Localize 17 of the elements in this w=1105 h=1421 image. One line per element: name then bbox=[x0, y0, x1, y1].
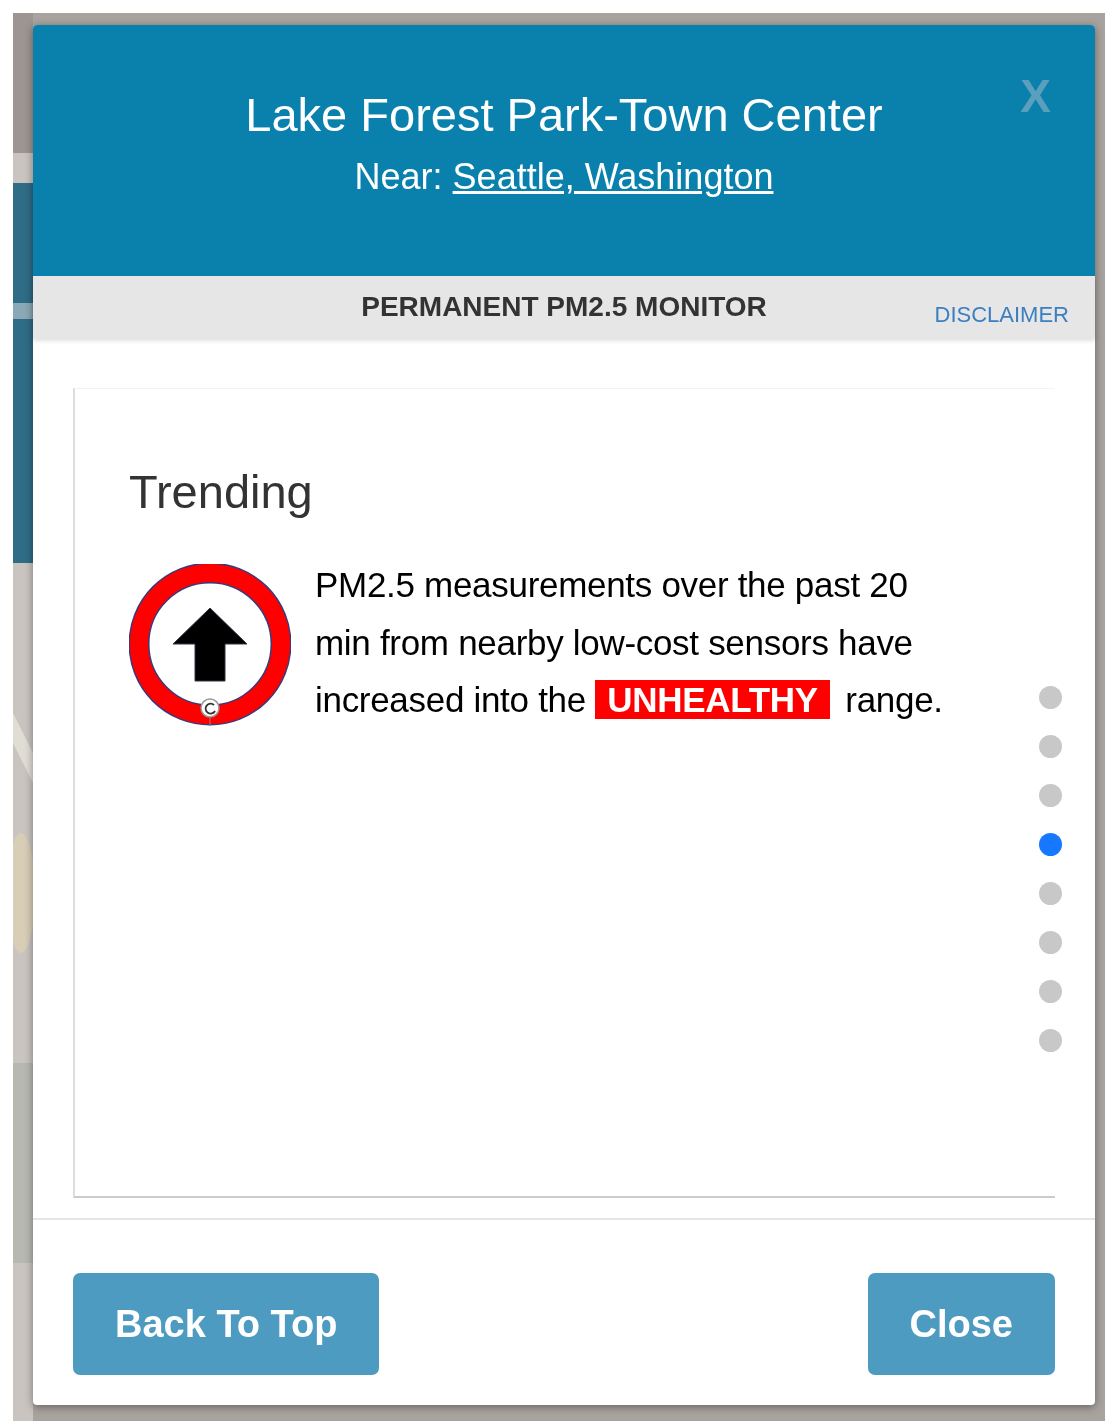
back-to-top-button[interactable]: Back To Top bbox=[73, 1273, 380, 1375]
pager-dot[interactable] bbox=[1038, 735, 1062, 758]
pager-dot[interactable] bbox=[1038, 980, 1062, 1003]
disclaimer-link[interactable]: DISCLAIMER bbox=[934, 298, 1069, 332]
pager-dot[interactable] bbox=[1038, 931, 1062, 954]
trend-message: PM2.5 measurements over the past 20 min from nearby low-cost sensors have increased into the UNHEALTHY range. bbox=[315, 564, 944, 722]
pager-dot[interactable] bbox=[1038, 784, 1062, 807]
pager-dot[interactable] bbox=[1038, 833, 1062, 856]
close-button[interactable]: Close bbox=[867, 1273, 1055, 1375]
pager-dot[interactable] bbox=[1038, 882, 1062, 905]
near-location: Near: Seattle, Washington bbox=[354, 155, 774, 199]
section-heading: Trending bbox=[129, 464, 314, 520]
subheader-title: PERMANENT PM2.5 MONITOR bbox=[361, 290, 767, 325]
pager-dot[interactable] bbox=[1038, 1029, 1062, 1052]
location-link[interactable]: Seattle, Washington bbox=[452, 156, 774, 198]
pager-dot[interactable] bbox=[1038, 686, 1062, 709]
dialog-title: Lake Forest Park-Town Center bbox=[245, 87, 883, 143]
